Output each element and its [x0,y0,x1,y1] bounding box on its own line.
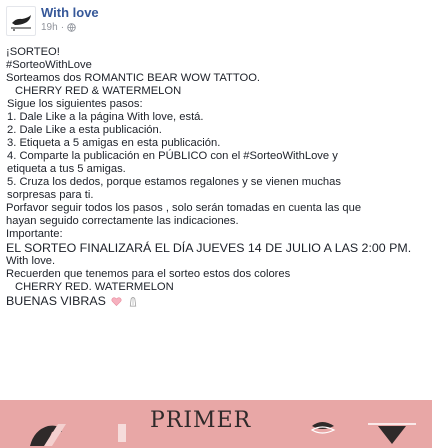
post-line: With love. [6,255,56,267]
post-header: With love 19h · [0,0,432,40]
post-line: 4. Comparte la publicación en PÚBLICO co… [7,150,338,162]
post-line: etiqueta a tus 5 amigas. [7,163,126,175]
post-line: 3. Etiqueta a 5 amigas en esta publicaci… [7,137,221,149]
avatar[interactable] [6,6,36,36]
post-line: 5. Cruza los dedos, porque estamos regal… [7,176,341,188]
heart-emoji-icon [111,297,122,307]
post-line: EL SORTEO FINALIZARÁ EL DÍA JUEVES 14 DE… [6,241,412,255]
post-line: CHERRY RED & WATERMELON [15,85,182,97]
post-line: 2. Dale Like a esta publicación. [7,124,162,136]
globe-icon [67,23,76,32]
praying-hands-emoji-icon [129,297,136,307]
post-body: ¡SORTEO! #SorteoWithLove Sorteamos dos R… [6,46,426,308]
post-line: BUENAS VIBRAS [6,294,106,308]
post-line: Sorteamos dos ROMANTIC BEAR WOW TATTOO. [6,72,261,84]
post-line: Importante: [6,228,63,240]
post-line: Sigue los siguientes pasos: [7,98,143,110]
post-meta: 19h · [41,22,76,33]
post-time[interactable]: 19h [41,22,58,33]
post-line: Recuerden que tenemos para el sorteo est… [6,268,291,280]
banner-title: PRIMER [150,408,252,433]
bear-logo-icon [11,15,31,31]
post-line: sorpresas para ti. [7,189,94,201]
author-name[interactable]: With love [41,5,99,20]
post-image-banner[interactable]: PRIMER [0,400,432,448]
hashtag-link[interactable]: #SorteoWithLove [6,59,426,72]
meta-separator: · [60,22,65,33]
post-line: hayan seguido correctamente las indicaci… [6,215,239,227]
post-line-with-emoji: BUENAS VIBRAS [6,294,426,308]
post-line: Porfavor seguir todos los pasos , solo s… [6,202,362,214]
post-line: ¡SORTEO! [6,46,60,58]
post-line: 1. Dale Like a la página With love, está… [7,111,204,123]
post-line: CHERRY RED. WATERMELON [15,281,174,293]
